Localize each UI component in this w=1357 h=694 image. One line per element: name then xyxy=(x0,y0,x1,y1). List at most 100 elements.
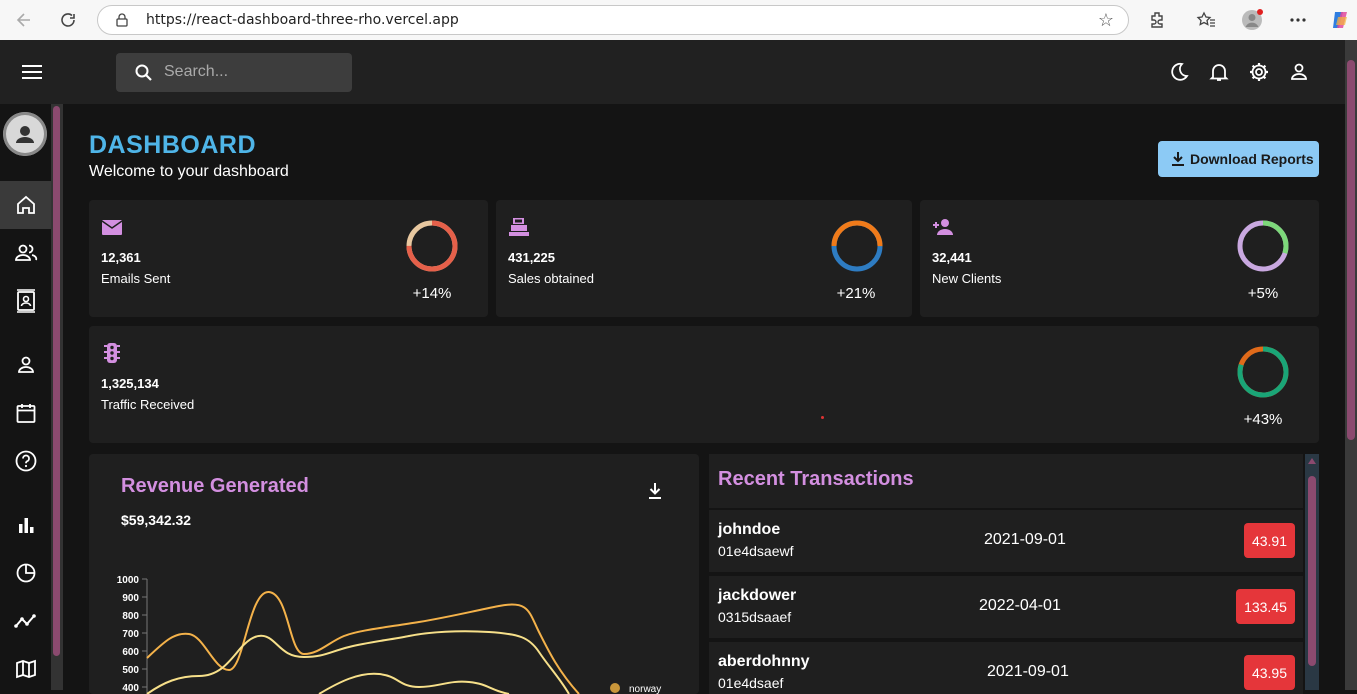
stat-card-traffic: 1,325,134 Traffic Received +43% xyxy=(89,326,1319,443)
revenue-title: Revenue Generated xyxy=(121,475,309,497)
scroll-up-arrow-icon[interactable] xyxy=(1308,458,1316,464)
page-title: DASHBOARD xyxy=(89,131,256,159)
back-button[interactable] xyxy=(12,8,36,32)
revenue-amount: $59,342.32 xyxy=(121,512,192,528)
y-tick: 600 xyxy=(122,647,139,658)
tx-date: 2021-09-01 xyxy=(984,531,1066,548)
email-icon xyxy=(101,220,123,235)
download-icon xyxy=(1172,152,1184,166)
stat-label: Sales obtained xyxy=(508,271,595,286)
download-icon[interactable] xyxy=(647,482,663,500)
calendar-icon xyxy=(16,404,35,423)
transactions-scrollbar-thumb[interactable] xyxy=(1308,476,1316,666)
series-line xyxy=(318,672,510,694)
tx-user: johndoe xyxy=(718,521,781,538)
stat-card-clients: 32,441 New Clients +5% xyxy=(920,200,1319,317)
download-reports-label: Download Reports xyxy=(1190,151,1314,167)
transactions-header: Recent Transactions xyxy=(709,454,1303,508)
sidebar-item-line-chart[interactable] xyxy=(0,597,51,645)
sidebar-item-faq[interactable] xyxy=(0,437,51,485)
transactions-panel: Recent Transactions johndoe 01e4dsaewf 2… xyxy=(709,454,1305,694)
sidebar-item-calendar[interactable] xyxy=(0,389,51,437)
copilot-icon[interactable] xyxy=(1329,9,1351,31)
sidebar xyxy=(0,104,51,690)
table-row[interactable]: jackdower 0315dsaaef 2022-04-01 133.45 xyxy=(709,574,1303,638)
more-options-icon[interactable] xyxy=(1287,9,1309,31)
point-of-sale-icon xyxy=(509,218,529,236)
refresh-button[interactable] xyxy=(56,8,80,32)
sidebar-item-dashboard[interactable] xyxy=(0,181,51,229)
sidebar-scrollbar-thumb[interactable] xyxy=(53,106,60,656)
page-scrollbar[interactable] xyxy=(1345,40,1357,690)
transactions-scrollbar[interactable] xyxy=(1305,454,1319,690)
stat-label: Traffic Received xyxy=(101,397,195,412)
tx-id: 0315dsaaef xyxy=(718,609,792,625)
tx-date: 2021-09-01 xyxy=(987,663,1069,680)
progress-ring xyxy=(1237,220,1289,272)
lock-icon xyxy=(116,13,128,27)
y-tick: 500 xyxy=(122,665,139,676)
dark-mode-icon[interactable] xyxy=(1167,60,1191,84)
sidebar-item-profile[interactable] xyxy=(0,341,51,389)
table-row[interactable]: aberdohnny 01e4dsaef 2021-09-01 43.95 xyxy=(709,640,1303,694)
sidebar-item-team[interactable] xyxy=(0,229,51,277)
sidebar-item-geography[interactable] xyxy=(0,645,51,693)
series-line xyxy=(146,630,570,694)
search-icon xyxy=(135,64,152,81)
pie-chart-icon xyxy=(16,563,35,583)
legend-label: norway xyxy=(629,684,661,694)
y-tick: 400 xyxy=(122,683,139,694)
y-tick: 900 xyxy=(122,593,139,604)
timeline-icon xyxy=(13,614,36,628)
revenue-panel: Revenue Generated $59,342.32 1000 900 80… xyxy=(89,454,699,694)
progress-ring xyxy=(1237,346,1289,398)
notifications-icon[interactable] xyxy=(1207,60,1231,84)
profile-avatar-icon[interactable] xyxy=(1241,9,1263,31)
stat-label: Emails Sent xyxy=(101,271,171,286)
page-scrollbar-thumb[interactable] xyxy=(1347,60,1355,440)
y-tick: 1000 xyxy=(117,575,140,586)
tx-date: 2022-04-01 xyxy=(979,597,1061,614)
favorite-star-icon[interactable]: ☆ xyxy=(1098,10,1114,31)
search-box[interactable] xyxy=(116,53,352,92)
main-content: DASHBOARD Welcome to your dashboard Down… xyxy=(63,104,1345,694)
revenue-line-chart: 1000 900 800 700 600 500 400 norway xyxy=(117,575,661,694)
person-icon xyxy=(17,356,34,373)
tx-id: 01e4dsaewf xyxy=(718,543,794,559)
sidebar-item-pie-chart[interactable] xyxy=(0,549,51,597)
url-text: https://react-dashboard-three-rho.vercel… xyxy=(146,12,459,28)
avatar[interactable] xyxy=(3,112,47,156)
menu-icon[interactable] xyxy=(22,65,42,79)
contacts-icon xyxy=(16,289,35,313)
tx-cost-badge: 133.45 xyxy=(1236,589,1295,624)
stat-value: 32,441 xyxy=(932,250,972,265)
address-bar[interactable]: https://react-dashboard-three-rho.vercel… xyxy=(97,5,1129,35)
tx-cost-badge: 43.91 xyxy=(1244,523,1295,558)
traffic-icon xyxy=(104,343,120,363)
sidebar-item-bar-chart[interactable] xyxy=(0,501,51,549)
stat-label: New Clients xyxy=(932,271,1002,286)
map-icon xyxy=(15,659,36,679)
table-row[interactable]: johndoe 01e4dsaewf 2021-09-01 43.91 xyxy=(709,508,1303,572)
favorites-icon[interactable] xyxy=(1195,9,1217,31)
page-subtitle: Welcome to your dashboard xyxy=(89,163,289,180)
stat-change: +5% xyxy=(1247,285,1279,302)
stat-value: 431,225 xyxy=(508,250,555,265)
download-reports-button[interactable]: Download Reports xyxy=(1158,141,1319,177)
settings-icon[interactable] xyxy=(1247,60,1271,84)
sidebar-item-contacts[interactable] xyxy=(0,277,51,325)
user-profile-icon[interactable] xyxy=(1287,60,1311,84)
transactions-title: Recent Transactions xyxy=(718,468,914,490)
stat-change: +21% xyxy=(836,285,876,302)
extensions-icon[interactable] xyxy=(1146,9,1168,31)
stat-value: 1,325,134 xyxy=(101,376,159,391)
sidebar-scrollbar[interactable] xyxy=(51,104,63,690)
tx-user: aberdohnny xyxy=(718,653,810,670)
tx-cost-badge: 43.95 xyxy=(1244,655,1295,690)
app-topbar xyxy=(0,40,1345,104)
y-tick: 800 xyxy=(122,611,139,622)
stat-value: 12,361 xyxy=(101,250,141,265)
tx-id: 01e4dsaef xyxy=(718,675,784,691)
search-input[interactable] xyxy=(164,62,334,82)
stat-card-sales: 431,225 Sales obtained +21% xyxy=(496,200,912,317)
